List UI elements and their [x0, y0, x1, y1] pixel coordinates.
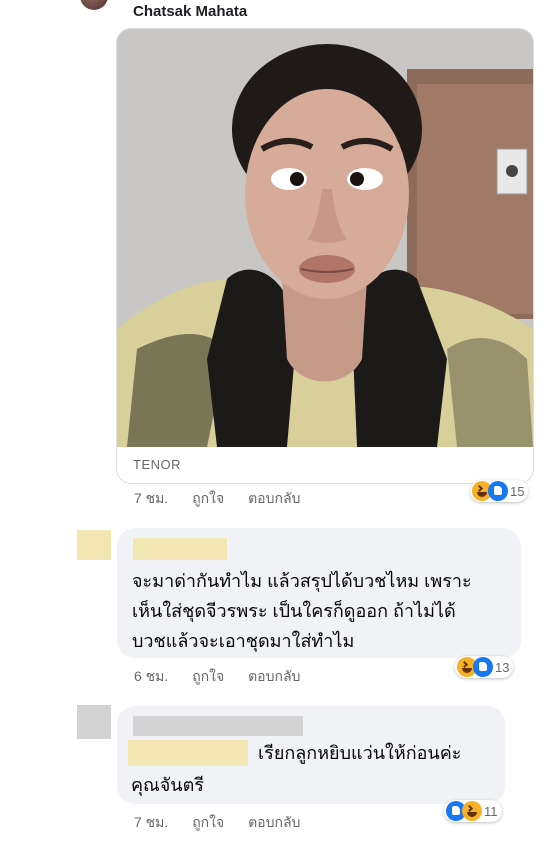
comment-line: จะมาด่ากันทำไม แล้วสรุปได้บวชไหม เพราะ [132, 571, 472, 591]
comment-line: เห็นใส่ชุดจีวรพระ เป็นใครก็ดูออก ถ้าไม่ไ… [132, 601, 456, 621]
comment-timestamp[interactable]: 7 ชม. [134, 490, 168, 506]
redacted-avatar [77, 530, 111, 560]
comment-actions: 7 ชม. ถูกใจ ตอบกลับ [134, 488, 320, 510]
comment-actions: 7 ชม. ถูกใจ ตอบกลับ [134, 812, 320, 834]
reaction-count: 13 [495, 659, 510, 675]
redacted-avatar [77, 705, 111, 739]
comment-text: จะมาด่ากันทำไม แล้วสรุปได้บวชไหม เพราะ เ… [132, 566, 472, 656]
reaction-summary[interactable]: 13 [455, 656, 514, 678]
reaction-count: 15 [510, 483, 525, 499]
reaction-summary[interactable]: 11 [444, 800, 502, 822]
reply-link[interactable]: ตอบกลับ [248, 814, 300, 830]
like-link[interactable]: ถูกใจ [192, 668, 224, 684]
gif-image [117, 29, 533, 447]
reply-link[interactable]: ตอบกลับ [248, 668, 300, 684]
haha-icon [462, 801, 482, 821]
redacted-mention [128, 740, 248, 766]
redacted-author-name [133, 538, 227, 560]
comment-author[interactable]: Chatsak Mahata [133, 3, 247, 20]
comment-line: คุณจันตรี [131, 775, 204, 795]
comment-line: บวชแล้วจะเอาชุดมาใส่ทำไม [132, 631, 355, 651]
comment-actions: 6 ชม. ถูกใจ ตอบกลับ [134, 666, 320, 688]
like-icon [473, 657, 493, 677]
gif-attachment[interactable]: TENOR [117, 29, 533, 483]
like-icon [488, 481, 508, 501]
gif-source-label[interactable]: TENOR [133, 457, 181, 472]
comment-timestamp[interactable]: 6 ชม. [134, 668, 168, 684]
comment-timestamp[interactable]: 7 ชม. [134, 814, 168, 830]
reply-link[interactable]: ตอบกลับ [248, 490, 300, 506]
reaction-count: 11 [484, 803, 498, 819]
like-link[interactable]: ถูกใจ [192, 490, 224, 506]
avatar[interactable] [80, 0, 108, 10]
redacted-author-name [133, 716, 303, 736]
comment-line: เรียกลูกหยิบแว่นให้ก่อนค่ะ [258, 743, 462, 763]
like-link[interactable]: ถูกใจ [192, 814, 224, 830]
reaction-summary[interactable]: 15 [470, 480, 529, 502]
